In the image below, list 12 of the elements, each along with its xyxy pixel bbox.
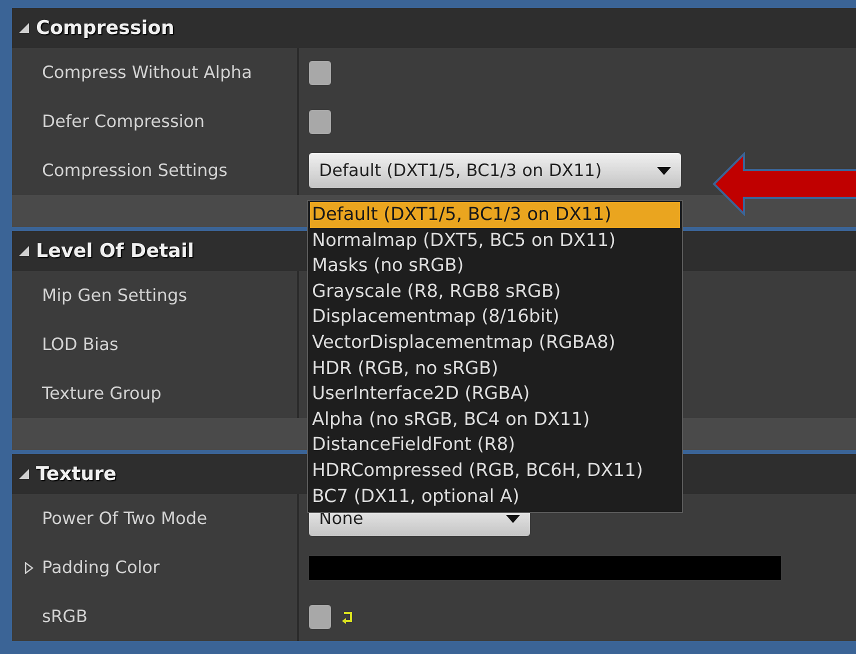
- property-label: Compression Settings: [42, 160, 228, 180]
- property-label: Compress Without Alpha: [42, 62, 252, 82]
- property-label: Power Of Two Mode: [42, 508, 208, 528]
- section-title: Texture: [36, 463, 116, 485]
- property-label: LOD Bias: [42, 334, 118, 354]
- property-label: Texture Group: [42, 384, 162, 404]
- property-label: sRGB: [42, 606, 88, 626]
- section-title: Compression: [36, 17, 174, 39]
- property-label: Defer Compression: [42, 112, 205, 132]
- property-label: Padding Color: [42, 558, 160, 578]
- property-label: Mip Gen Settings: [42, 286, 188, 306]
- section-title: Level Of Detail: [36, 240, 194, 262]
